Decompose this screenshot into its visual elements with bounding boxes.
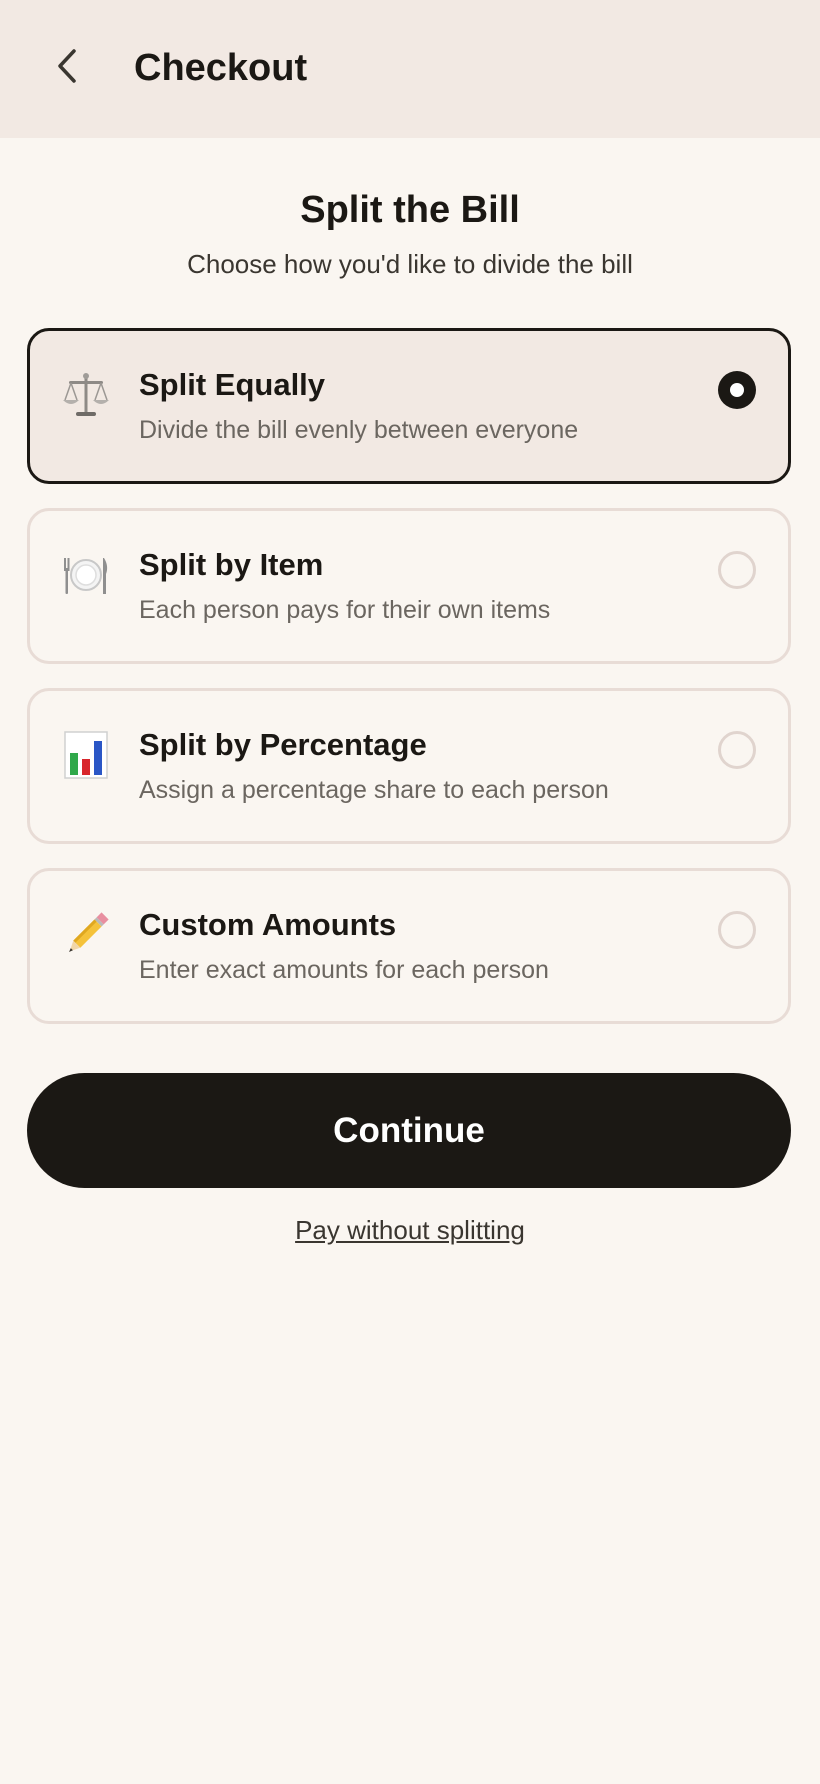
chevron-left-icon [58, 49, 76, 83]
option-description: Enter exact amounts for each person [139, 956, 549, 984]
pay-without-splitting-container: Pay without splitting [0, 1211, 820, 1249]
app-header: Checkout [0, 0, 820, 138]
option-split-by-percentage[interactable]: Split by Percentage Assign a percentage … [27, 688, 791, 844]
option-title: Split by Percentage [139, 727, 427, 762]
back-button[interactable] [44, 44, 88, 88]
pencil-icon [60, 909, 112, 961]
bar-chart-icon [60, 729, 112, 781]
radio-button[interactable] [718, 551, 756, 589]
option-custom-amounts[interactable]: Custom Amounts Enter exact amounts for e… [27, 868, 791, 1024]
plate-cutlery-icon [60, 549, 112, 601]
radio-button[interactable] [718, 911, 756, 949]
option-title: Custom Amounts [139, 907, 397, 942]
radio-button-selected[interactable] [718, 371, 756, 409]
option-split-equally[interactable]: Split Equally Divide the bill evenly bet… [27, 328, 791, 484]
option-description: Divide the bill evenly between everyone [139, 416, 579, 444]
option-title: Split by Item [139, 547, 324, 582]
option-split-by-item[interactable]: Split by Item Each person pays for their… [27, 508, 791, 664]
continue-button[interactable]: Continue [27, 1073, 791, 1188]
option-title: Split Equally [139, 367, 326, 402]
scales-icon [60, 369, 112, 421]
header-title: Checkout [134, 47, 308, 89]
pay-without-splitting-link[interactable]: Pay without splitting [295, 1215, 525, 1245]
radio-button[interactable] [718, 731, 756, 769]
page-subtitle: Choose how you'd like to divide the bill [187, 249, 633, 279]
option-description: Assign a percentage share to each person [139, 776, 609, 804]
option-description: Each person pays for their own items [139, 596, 551, 624]
page-title: Split the Bill [300, 189, 520, 231]
